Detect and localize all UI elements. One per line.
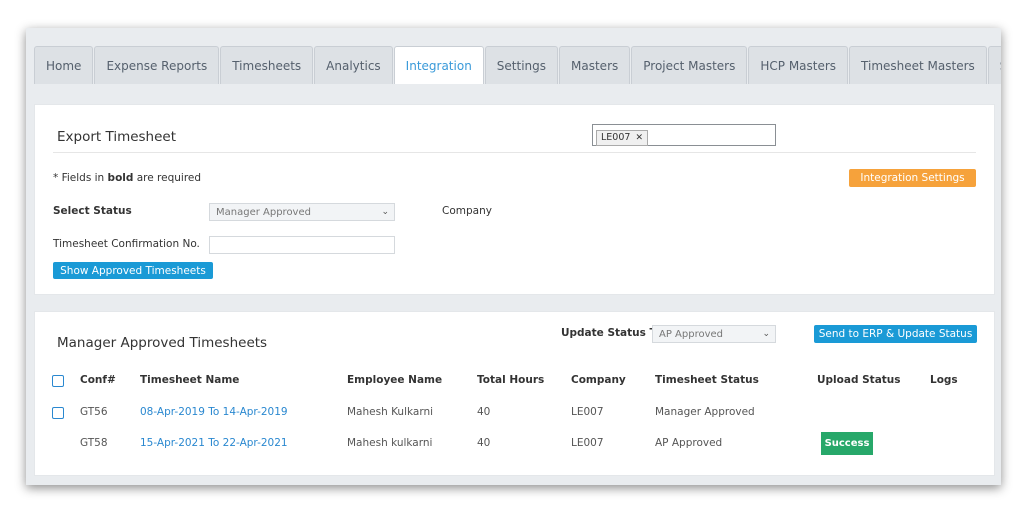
show-approved-timesheets-button[interactable]: Show Approved Timesheets: [53, 262, 213, 279]
timesheet-name-link[interactable]: 15-Apr-2021 To 22-Apr-2021: [140, 437, 288, 449]
tab-masters[interactable]: Masters: [559, 46, 631, 84]
update-status-label: Update Status To: [561, 327, 663, 339]
upload-status-badge: Success: [821, 432, 873, 455]
row-company: LE007: [571, 437, 604, 449]
confirmation-label: Timesheet Confirmation No.: [53, 238, 200, 250]
app-window: Home Expense Reports Timesheets Analytic…: [26, 28, 1001, 485]
col-employee-name: Employee Name: [347, 374, 443, 386]
tab-project-masters[interactable]: Project Masters: [631, 46, 748, 84]
required-bold: bold: [107, 172, 134, 184]
tab-settings[interactable]: Settings: [484, 46, 559, 84]
export-title: Export Timesheet: [57, 129, 177, 145]
row-hours: 40: [477, 437, 491, 449]
tab-support[interactable]: Support: [987, 46, 1001, 84]
company-label: Company: [442, 205, 492, 217]
tab-timesheets[interactable]: Timesheets: [220, 46, 314, 84]
row-employee: Mahesh kulkarni: [347, 437, 433, 449]
row-company: LE007: [571, 406, 604, 418]
select-status-label: Select Status: [53, 205, 132, 217]
required-suffix: are required: [133, 172, 202, 184]
tab-expense-reports[interactable]: Expense Reports: [94, 46, 220, 84]
select-status-value: Manager Approved: [216, 206, 311, 218]
section-divider: [53, 152, 976, 153]
chevron-down-icon: ⌄: [762, 329, 770, 339]
update-status-dropdown[interactable]: AP Approved ⌄: [652, 325, 776, 343]
row-hours: 40: [477, 406, 491, 418]
select-status-dropdown[interactable]: Manager Approved ⌄: [209, 203, 395, 221]
update-status-value: AP Approved: [659, 328, 724, 340]
col-company: Company: [571, 374, 626, 386]
col-total-hours: Total Hours: [477, 374, 545, 386]
confirmation-input[interactable]: [209, 236, 395, 254]
main-nav-tabs: Home Expense Reports Timesheets Analytic…: [34, 46, 1001, 84]
required-prefix: * Fields in: [53, 172, 108, 184]
integration-settings-button[interactable]: Integration Settings: [849, 169, 976, 187]
row-checkbox[interactable]: [52, 407, 64, 419]
company-multiselect[interactable]: LE007 ✕: [592, 124, 776, 146]
approved-title: Manager Approved Timesheets: [57, 335, 268, 351]
tab-timesheet-masters[interactable]: Timesheet Masters: [849, 46, 987, 84]
col-conf: Conf#: [80, 374, 116, 386]
company-tag: LE007 ✕: [596, 129, 648, 146]
tab-analytics[interactable]: Analytics: [314, 46, 393, 84]
chevron-down-icon: ⌄: [381, 207, 389, 217]
row-employee: Mahesh Kulkarni: [347, 406, 434, 418]
select-all-checkbox[interactable]: [52, 375, 64, 387]
col-timesheet-status: Timesheet Status: [655, 374, 759, 386]
row-status: Manager Approved: [655, 406, 755, 418]
row-conf: GT58: [80, 437, 108, 449]
col-upload-status: Upload Status: [817, 374, 901, 386]
company-tag-label: LE007: [601, 132, 631, 143]
timesheet-name-link[interactable]: 08-Apr-2019 To 14-Apr-2019: [140, 406, 288, 418]
required-note: * Fields in bold are required: [53, 172, 201, 184]
tab-home[interactable]: Home: [34, 46, 94, 84]
tab-integration[interactable]: Integration: [393, 46, 484, 84]
send-to-erp-button[interactable]: Send to ERP & Update Status: [814, 325, 977, 343]
row-conf: GT56: [80, 406, 108, 418]
col-timesheet-name: Timesheet Name: [140, 374, 240, 386]
col-logs: Logs: [930, 374, 958, 386]
tab-hcp-masters[interactable]: HCP Masters: [748, 46, 849, 84]
remove-tag-icon[interactable]: ✕: [635, 133, 643, 143]
row-status: AP Approved: [655, 437, 723, 449]
